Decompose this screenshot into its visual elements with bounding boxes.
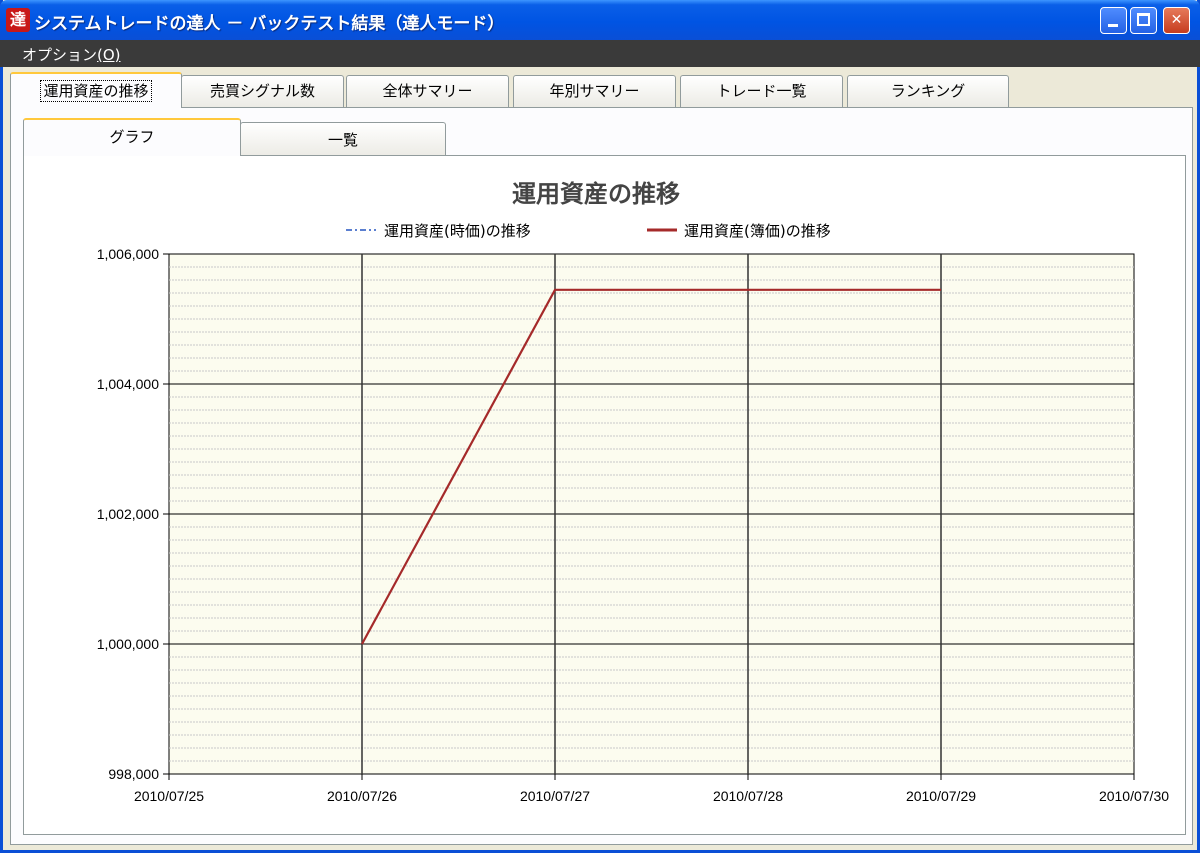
chart-title: 運用資産の推移 [512, 180, 680, 208]
minimize-button[interactable] [1100, 7, 1127, 34]
x-tick-label: 2010/07/27 [520, 788, 590, 804]
tab-asset-transition[interactable]: 運用資産の推移 [10, 72, 182, 108]
menu-bar: オプション(O) [0, 40, 1200, 67]
minimize-icon [1108, 24, 1118, 27]
tab-overall-summary[interactable]: 全体サマリー [346, 75, 509, 107]
x-tick-label: 2010/07/25 [134, 788, 204, 804]
close-button[interactable]: ✕ [1163, 7, 1190, 34]
tab-trade-signals[interactable]: 売買シグナル数 [181, 75, 344, 107]
x-tick-label: 2010/07/28 [713, 788, 783, 804]
x-tick-label: 2010/07/29 [906, 788, 976, 804]
app-window: 達 システムトレードの達人 － バックテスト結果（達人モード） ✕ オプション(… [0, 0, 1200, 853]
maximize-button[interactable] [1130, 7, 1157, 34]
tab-trade-list[interactable]: トレード一覧 [680, 75, 843, 107]
y-tick-label: 998,000 [108, 766, 159, 782]
y-axis-labels: 998,000 1,000,000 1,002,000 1,004,000 1,006,… [97, 246, 160, 782]
tab-ranking[interactable]: ランキング [847, 75, 1009, 107]
legend-label-market-value: 運用資産(時価)の推移 [384, 222, 531, 240]
y-tick-label: 1,006,000 [97, 246, 159, 262]
y-tick-label: 1,004,000 [97, 376, 159, 392]
subtab-list[interactable]: 一覧 [240, 122, 446, 156]
x-tick-label: 2010/07/30 [1099, 788, 1169, 804]
chart-legend: 運用資産(時価)の推移 運用資産(簿価)の推移 [346, 222, 831, 240]
tab-label: 運用資産の推移 [40, 80, 152, 102]
title-bar[interactable]: 達 システムトレードの達人 － バックテスト結果（達人モード） ✕ [0, 0, 1200, 40]
menu-option[interactable]: オプション(O) [22, 44, 121, 65]
maximize-icon [1137, 13, 1150, 26]
asset-transition-chart: 運用資産の推移 運用資産(時価)の推移 運用資産(簿価)の推移 998,000 1… [97, 180, 1170, 804]
y-tick-label: 1,002,000 [97, 506, 159, 522]
tab-yearly-summary[interactable]: 年別サマリー [513, 75, 676, 107]
x-axis-labels: 2010/07/25 2010/07/26 2010/07/27 2010/07/28… [134, 788, 1169, 804]
close-icon: ✕ [1170, 12, 1183, 28]
chart-panel: 運用資産の推移 運用資産(時価)の推移 運用資産(簿価)の推移 998,000 1… [23, 155, 1186, 835]
x-tick-label: 2010/07/26 [327, 788, 397, 804]
legend-label-book-value: 運用資産(簿価)の推移 [684, 222, 831, 240]
window-title: システムトレードの達人 － バックテスト結果（達人モード） [34, 14, 505, 34]
app-logo-icon[interactable]: 達 [6, 8, 30, 32]
subtab-graph[interactable]: グラフ [23, 118, 241, 156]
tab-content-panel: グラフ 一覧 運用資産の推移 運用資産(時価)の推移 運用資産(簿価)の推移 9… [10, 107, 1193, 845]
y-tick-label: 1,000,000 [97, 636, 159, 652]
